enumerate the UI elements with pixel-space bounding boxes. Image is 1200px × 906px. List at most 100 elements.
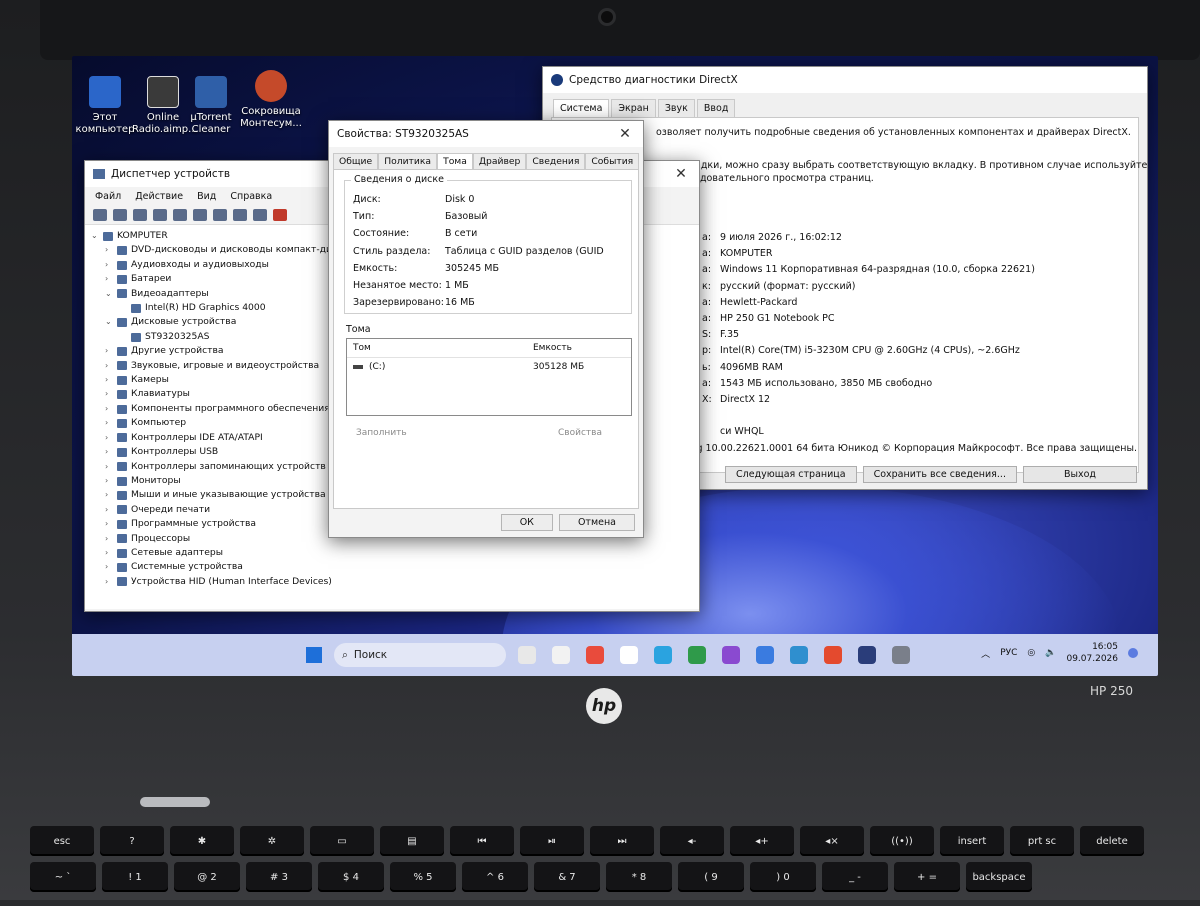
menu-help[interactable]: Справка — [230, 191, 272, 202]
desktop-icon-game[interactable]: Сокровища Монтесум... — [240, 70, 302, 130]
chevron-icon[interactable]: › — [105, 243, 113, 257]
tab-system[interactable]: Система — [553, 99, 610, 117]
chevron-icon[interactable]: › — [105, 488, 113, 502]
chevron-icon[interactable]: › — [105, 517, 113, 531]
taskbar-app-icon[interactable] — [790, 646, 808, 664]
chevron-icon[interactable]: › — [105, 474, 113, 488]
close-icon[interactable]: ✕ — [615, 126, 635, 142]
chevron-icon[interactable]: › — [105, 560, 113, 574]
volume-properties-button[interactable]: Свойства — [558, 428, 602, 438]
tab-display[interactable]: Экран — [611, 99, 656, 117]
volume-row[interactable]: (C:) 305128 МБ — [347, 358, 631, 376]
notification-icon[interactable] — [1128, 648, 1138, 658]
properties-icon[interactable] — [133, 209, 147, 221]
tree-icon[interactable] — [153, 209, 167, 221]
tab-driver[interactable]: Драйвер — [472, 153, 527, 169]
volume-icon[interactable]: 🔈 — [1045, 648, 1056, 658]
taskbar-app-icon[interactable] — [518, 646, 536, 664]
close-icon[interactable]: ✕ — [671, 166, 691, 182]
chevron-up-icon[interactable]: ︿ — [981, 647, 990, 660]
directx-titlebar[interactable]: Средство диагностики DirectX — [543, 67, 1147, 93]
chevron-icon[interactable]: › — [105, 258, 113, 272]
tree-item-label: Клавиатуры — [131, 388, 190, 400]
menu-action[interactable]: Действие — [135, 191, 183, 202]
windows-start-icon[interactable] — [306, 647, 322, 663]
taskbar-app-icon[interactable] — [620, 646, 638, 664]
tab-input[interactable]: Ввод — [696, 99, 736, 117]
tree-item-label: Системные устройства — [131, 561, 243, 573]
tab-volumes[interactable]: Тома — [437, 153, 473, 169]
chevron-icon[interactable]: › — [105, 344, 113, 358]
desktop-icon-utorrent-cleaner[interactable]: µTorrent Cleaner — [180, 76, 242, 136]
keyboard-fkey: ◂+ — [730, 826, 794, 856]
print-icon[interactable] — [213, 209, 227, 221]
chevron-icon[interactable]: › — [105, 387, 113, 401]
chevron-icon[interactable]: › — [105, 373, 113, 387]
list-icon[interactable] — [193, 209, 207, 221]
next-page-button[interactable]: Следующая страница — [725, 466, 857, 483]
forward-icon[interactable] — [113, 209, 127, 221]
cancel-button[interactable]: Отмена — [558, 514, 635, 531]
tab-sound[interactable]: Звук — [657, 99, 695, 117]
uninstall-icon[interactable] — [273, 209, 287, 221]
system-info-value: си WHQL — [720, 426, 764, 438]
taskbar-app-icon[interactable] — [858, 646, 876, 664]
keyboard-fkey: ▤ — [380, 826, 444, 856]
properties-titlebar[interactable]: Свойства: ST9320325AS ✕ — [329, 121, 643, 147]
monitor-icon[interactable] — [233, 209, 247, 221]
taskbar-app-icon[interactable] — [688, 646, 706, 664]
device-icon — [117, 260, 127, 270]
save-all-button[interactable]: Сохранить все сведения... — [862, 466, 1017, 483]
tree-item-label: Intel(R) HD Graphics 4000 — [145, 302, 266, 314]
help-icon[interactable] — [173, 209, 187, 221]
chevron-icon[interactable]: › — [105, 272, 113, 286]
device-icon — [117, 404, 127, 414]
taskbar-app-icon[interactable] — [722, 646, 740, 664]
chevron-icon[interactable]: › — [105, 359, 113, 373]
taskbar-app-icon[interactable] — [756, 646, 774, 664]
chevron-icon[interactable]: › — [105, 460, 113, 474]
clock[interactable]: 16:05 09.07.2026 — [1066, 641, 1118, 665]
chevron-icon[interactable]: ⌄ — [105, 315, 113, 329]
populate-button[interactable]: Заполнить — [356, 428, 407, 438]
directx-title: Средство диагностики DirectX — [569, 74, 738, 86]
chevron-icon[interactable]: › — [105, 445, 113, 459]
taskbar-search[interactable]: ⌕ Поиск — [334, 643, 506, 667]
chevron-icon[interactable]: ⌄ — [105, 287, 113, 301]
tab-details[interactable]: Сведения — [526, 153, 586, 169]
exit-button[interactable]: Выход — [1022, 466, 1137, 483]
taskbar-app-icon[interactable] — [654, 646, 672, 664]
chevron-icon[interactable]: › — [105, 532, 113, 546]
tab-policy[interactable]: Политика — [378, 153, 438, 169]
ok-button[interactable]: ОК — [500, 514, 553, 531]
chevron-icon[interactable]: › — [105, 575, 113, 589]
language-indicator[interactable]: РУС — [1000, 648, 1017, 658]
taskbar-app-icon[interactable] — [892, 646, 910, 664]
hp-logo: hp — [586, 688, 622, 724]
taskbar-app-icon[interactable] — [824, 646, 842, 664]
tree-item[interactable]: › Устройства HID (Human Interface Devices… — [91, 575, 693, 589]
power-button[interactable] — [140, 797, 210, 807]
chevron-icon[interactable]: › — [105, 546, 113, 560]
network-icon[interactable]: ◎ — [1027, 648, 1035, 658]
update-driver-icon[interactable] — [253, 209, 267, 221]
desktop-icon-this-pc[interactable]: Этот компьютер — [74, 76, 136, 136]
tab-general[interactable]: Общие — [333, 153, 379, 169]
keyboard-fkey: insert — [940, 826, 1004, 856]
chevron-icon[interactable]: ⌄ — [91, 229, 99, 243]
chevron-icon[interactable]: › — [105, 402, 113, 416]
tree-item-label: Мониторы — [131, 474, 181, 486]
menu-file[interactable]: Файл — [95, 191, 121, 202]
back-icon[interactable] — [93, 209, 107, 221]
menu-view[interactable]: Вид — [197, 191, 216, 202]
system-info-row: а: 9 июля 2026 г., 16:02:12 — [702, 230, 1035, 246]
chevron-icon[interactable]: › — [105, 431, 113, 445]
tree-item[interactable]: › Системные устройства — [91, 560, 693, 574]
device-icon — [117, 447, 127, 457]
taskbar-app-icon[interactable] — [586, 646, 604, 664]
chevron-icon[interactable]: › — [105, 416, 113, 430]
tree-item[interactable]: › Сетевые адаптеры — [91, 546, 693, 560]
chevron-icon[interactable]: › — [105, 503, 113, 517]
tab-events[interactable]: События — [585, 153, 640, 169]
taskbar-app-icon[interactable] — [552, 646, 570, 664]
